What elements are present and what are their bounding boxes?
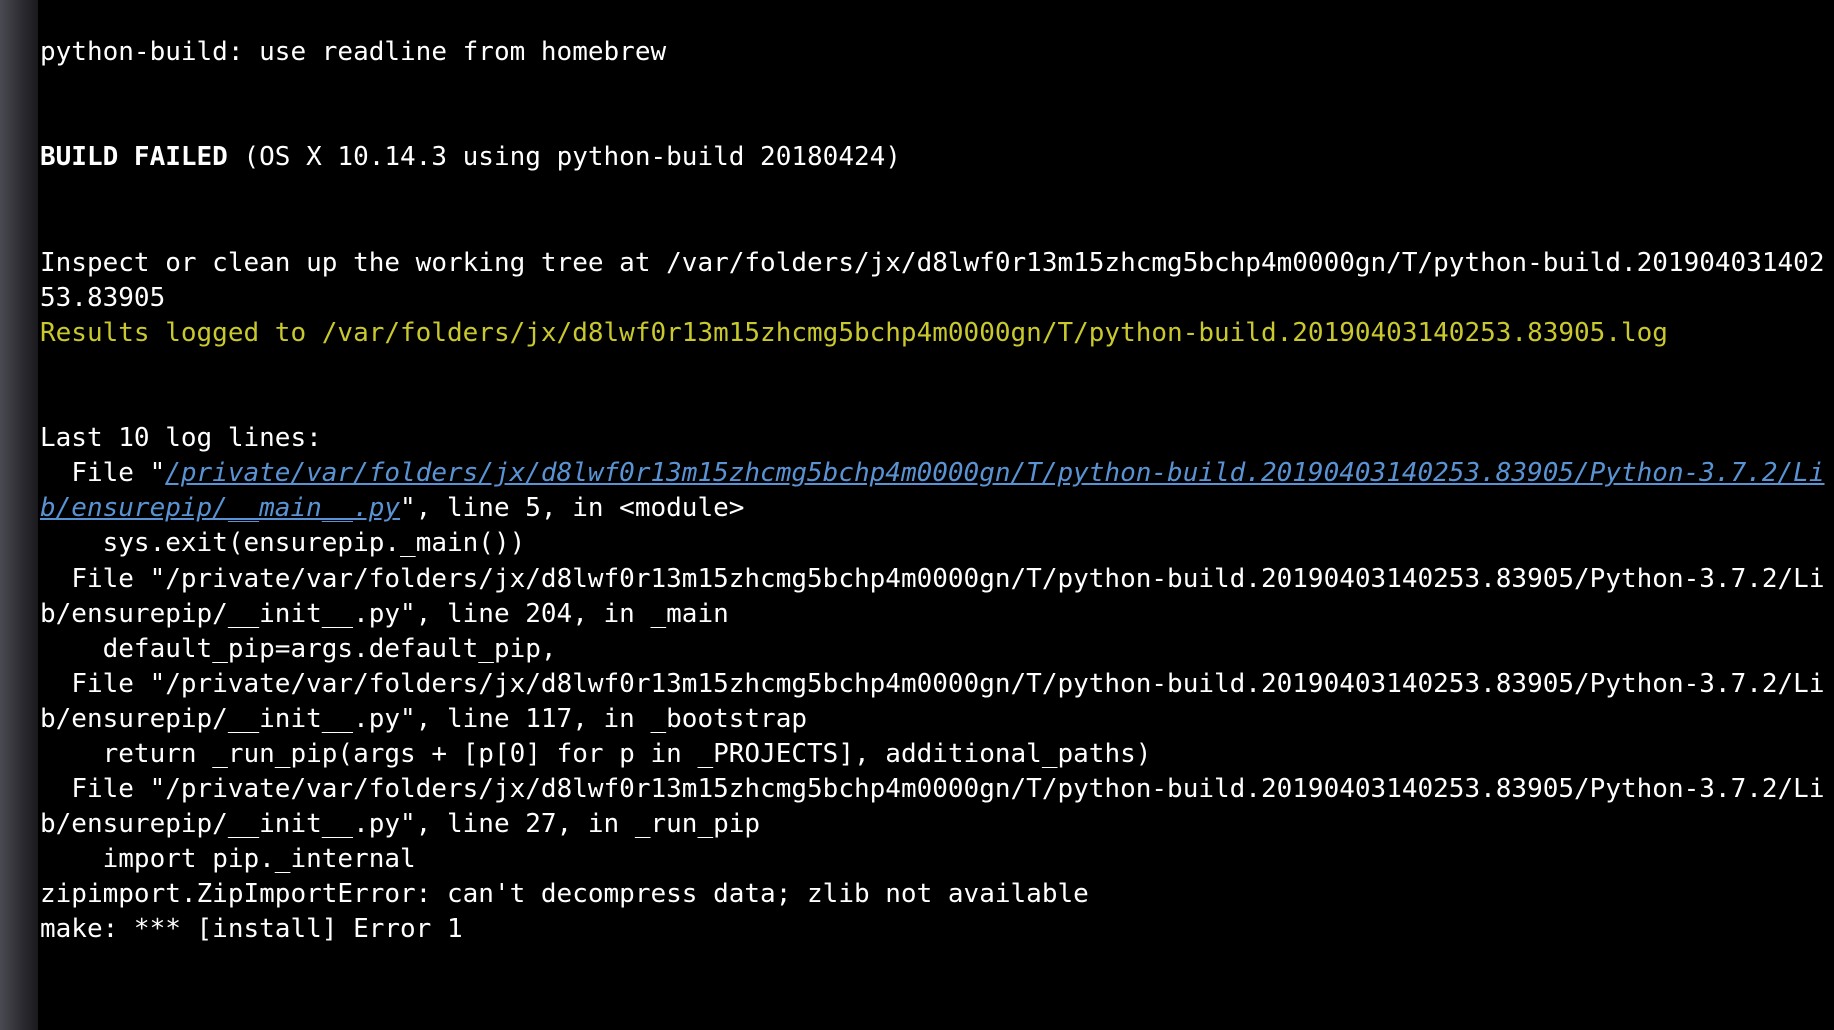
terminal-blank-line — [40, 175, 1834, 210]
terminal-output[interactable]: python-build: use readline from homebrew… — [38, 0, 1834, 1030]
terminal-line: make: *** [install] Error 1 — [40, 914, 463, 944]
terminal-line: Last 10 log lines: — [40, 423, 322, 453]
file-path-link[interactable]: /private/var/folders/jx/d8lwf0r13m15zhcm… — [40, 458, 1825, 523]
terminal-blank-line — [40, 351, 1834, 386]
terminal-line: File "/private/var/folders/jx/d8lwf0r13m… — [40, 669, 1824, 734]
terminal-line: File "/private/var/folders/jx/d8lwf0r13m… — [40, 564, 1824, 629]
build-failed-label: BUILD FAILED — [40, 142, 228, 172]
results-logged-line: Results logged to /var/folders/jx/d8lwf0… — [40, 318, 1668, 348]
desktop-background-edge — [0, 0, 38, 1030]
terminal-line: return _run_pip(args + [p[0] for p in _P… — [40, 739, 1151, 769]
terminal-line: Inspect or clean up the working tree at … — [40, 248, 1824, 313]
build-failed-details: (OS X 10.14.3 using python-build 2018042… — [228, 142, 901, 172]
build-failed-line: BUILD FAILED (OS X 10.14.3 using python-… — [40, 142, 901, 172]
file-suffix: ", line 5, in <module> — [400, 493, 744, 523]
terminal-line: default_pip=args.default_pip, — [40, 634, 557, 664]
terminal-line: sys.exit(ensurepip._main()) — [40, 528, 525, 558]
terminal-blank-line — [40, 70, 1834, 105]
file-prefix: File " — [40, 458, 165, 488]
terminal-line: File "/private/var/folders/jx/d8lwf0r13m… — [40, 774, 1824, 839]
traceback-line: File "/private/var/folders/jx/d8lwf0r13m… — [40, 458, 1825, 523]
terminal-line: python-build: use readline from homebrew — [40, 37, 666, 67]
terminal-line: zipimport.ZipImportError: can't decompre… — [40, 879, 1089, 909]
terminal-line: import pip._internal — [40, 844, 416, 874]
